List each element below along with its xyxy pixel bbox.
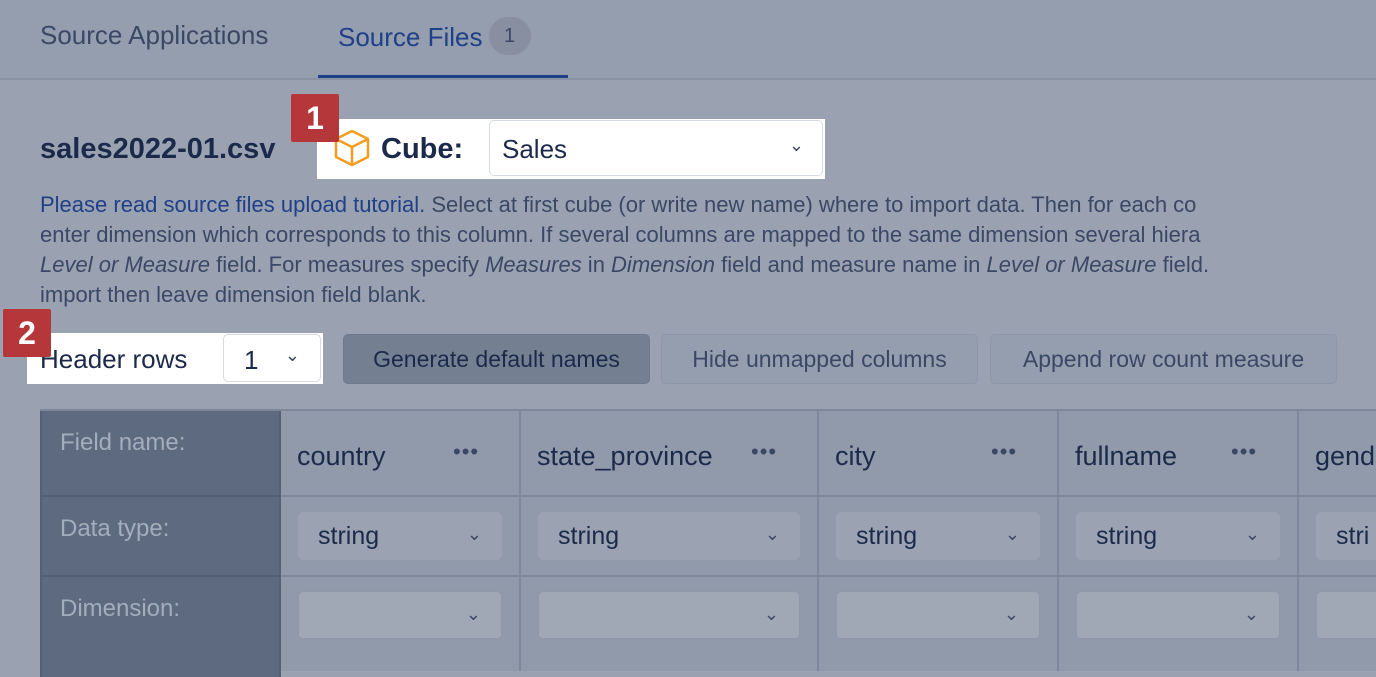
data-type-value: string xyxy=(856,522,918,550)
dimension-select[interactable]: ⌄ xyxy=(538,591,800,639)
instructions-text: Please read source files upload tutorial… xyxy=(40,190,1376,310)
chevron-down-icon: ⌄ xyxy=(465,604,481,624)
file-name: sales2022-01.csv xyxy=(40,133,276,165)
field-name: state_province xyxy=(537,441,713,471)
header-rows-value: 1 xyxy=(244,345,259,375)
cube-selector-group: Cube: Sales ⌄ xyxy=(317,119,825,179)
instructions-line-4: import then leave dimension field blank. xyxy=(40,282,427,307)
data-type-select[interactable]: stri xyxy=(1316,512,1376,560)
header-rows-group: Header rows 1 ⌄ xyxy=(27,333,323,384)
chevron-down-icon: ⌄ xyxy=(1004,524,1020,544)
field-name: gend xyxy=(1315,441,1376,471)
header-rows-select[interactable]: 1 ⌄ xyxy=(223,334,321,382)
header-rows-label: Header rows xyxy=(40,344,188,374)
cube-select[interactable]: Sales ⌄ xyxy=(489,120,823,176)
instructions-line-3: Level or Measure field. For measures spe… xyxy=(40,252,1210,277)
annotation-marker-1: 1 xyxy=(291,94,339,142)
table-column: country ••• string ⌄ ⌄ xyxy=(281,411,521,671)
data-type-value: string xyxy=(1096,522,1158,550)
dimension-select[interactable]: ⌄ xyxy=(1076,591,1280,639)
data-type-select[interactable]: string ⌄ xyxy=(538,512,800,560)
more-options-icon[interactable]: ••• xyxy=(991,439,1017,465)
tab-source-applications[interactable]: Source Applications xyxy=(40,20,268,78)
cube-select-value: Sales xyxy=(502,134,568,164)
chevron-down-icon: ⌄ xyxy=(763,604,779,624)
row-header-field-name: Field name: xyxy=(40,411,281,497)
dimension-select[interactable] xyxy=(1316,591,1376,639)
dimension-select[interactable]: ⌄ xyxy=(836,591,1040,639)
data-type-select[interactable]: string ⌄ xyxy=(1076,512,1280,560)
chevron-down-icon: ⌄ xyxy=(466,524,482,544)
row-header-data-type: Data type: xyxy=(40,497,281,577)
data-type-value: stri xyxy=(1336,522,1370,550)
chevron-down-icon: ⌄ xyxy=(284,345,300,365)
tab-bar: Source Applications Source Files 1 xyxy=(0,0,1376,80)
table-column: fullname ••• string ⌄ ⌄ xyxy=(1059,411,1299,671)
chevron-down-icon: ⌄ xyxy=(788,135,804,155)
instructions-line-2: enter dimension which corresponds to thi… xyxy=(40,222,1201,247)
more-options-icon[interactable]: ••• xyxy=(453,439,479,465)
table-column: city ••• string ⌄ ⌄ xyxy=(819,411,1059,671)
more-options-icon[interactable]: ••• xyxy=(1231,439,1257,465)
hide-unmapped-columns-button[interactable]: Hide unmapped columns xyxy=(661,334,978,384)
data-type-select[interactable]: string ⌄ xyxy=(836,512,1040,560)
data-type-select[interactable]: string ⌄ xyxy=(298,512,502,560)
append-row-count-measure-button[interactable]: Append row count measure xyxy=(990,334,1337,384)
tab-source-files-label: Source Files xyxy=(338,21,483,52)
chevron-down-icon: ⌄ xyxy=(1243,604,1259,624)
field-name: fullname xyxy=(1075,441,1178,471)
column-mapping-table: Field name: Data type: Dimension: countr… xyxy=(40,409,1376,677)
field-name: country xyxy=(297,441,386,471)
row-header-dimension: Dimension: xyxy=(40,577,281,677)
chevron-down-icon: ⌄ xyxy=(1244,524,1260,544)
chevron-down-icon: ⌄ xyxy=(764,524,780,544)
tab-source-files[interactable]: Source Files 1 xyxy=(318,17,568,78)
chevron-down-icon: ⌄ xyxy=(1003,604,1019,624)
instructions-line-1: Select at first cube (or write new name)… xyxy=(425,192,1197,217)
annotation-marker-2: 2 xyxy=(3,309,51,357)
data-type-value: string xyxy=(318,522,380,550)
field-name: city xyxy=(835,441,876,471)
table-column: gend stri xyxy=(1299,411,1376,671)
generate-default-names-button[interactable]: Generate default names xyxy=(343,334,650,384)
data-type-value: string xyxy=(558,522,620,550)
dimension-select[interactable]: ⌄ xyxy=(298,591,502,639)
tutorial-link[interactable]: Please read source files upload tutorial… xyxy=(40,192,425,217)
cube-label: Cube: xyxy=(381,133,464,165)
table-column: state_province ••• string ⌄ ⌄ xyxy=(521,411,819,671)
count-badge: 1 xyxy=(488,17,531,55)
more-options-icon[interactable]: ••• xyxy=(751,439,777,465)
